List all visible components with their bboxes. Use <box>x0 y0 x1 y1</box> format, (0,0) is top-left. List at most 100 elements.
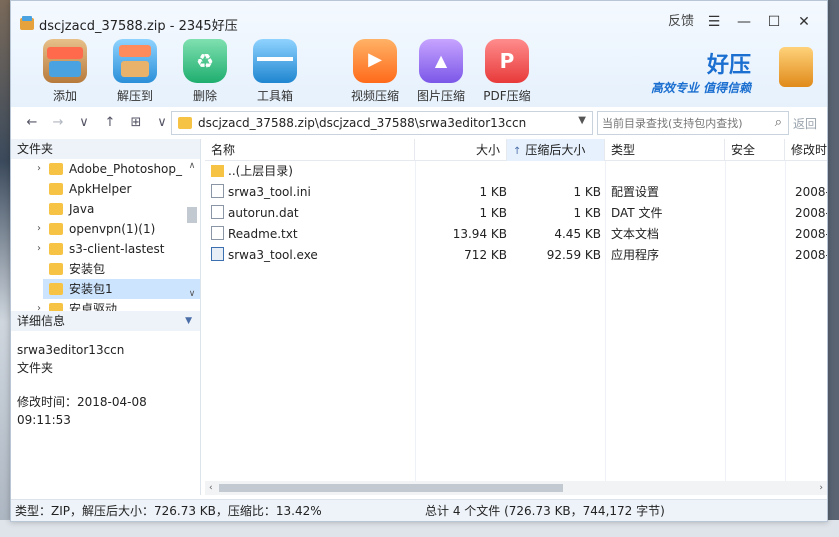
chevron-down-icon[interactable]: ▼ <box>185 311 192 331</box>
window-controls: 反馈 ☰ — ☐ ✕ <box>663 11 819 33</box>
address-dropdown-icon[interactable]: ▼ <box>578 115 586 126</box>
up-arrow-icon[interactable]: ↑ <box>99 113 121 133</box>
scroll-right-icon[interactable]: › <box>819 481 823 495</box>
compress-toolbar: 视频压缩 图片压缩 PDF压缩 <box>344 39 542 104</box>
tree-item-apkhelper[interactable]: ApkHelper <box>11 179 200 199</box>
file-size: 1 KB <box>479 206 507 220</box>
search-input[interactable] <box>602 115 762 131</box>
tree-item-label: 安装包1 <box>69 282 113 296</box>
tree-item-install-pack[interactable]: 安装包 <box>11 259 200 279</box>
file-date: 2008- <box>795 206 827 220</box>
tree-item-label: openvpn(1)(1) <box>69 222 156 236</box>
file-date: 2008- <box>795 185 827 199</box>
expand-arrow-icon[interactable]: › <box>37 159 41 179</box>
tree-item-s3-client[interactable]: › s3-client-lastest <box>11 239 200 259</box>
tree-item-android-driver[interactable]: › 安卓驱动 <box>11 299 200 311</box>
file-icon <box>211 184 224 198</box>
file-name-cell: srwa3_tool.ini <box>211 182 311 203</box>
table-row[interactable]: Readme.txt 13.94 KB 4.45 KB 文本文档 2008- <box>205 224 827 245</box>
pdf-compress-button[interactable]: PDF压缩 <box>476 39 538 104</box>
folder-icon <box>49 163 63 175</box>
table-row[interactable]: autorun.dat 1 KB 1 KB DAT 文件 2008- <box>205 203 827 224</box>
folder-icon <box>49 283 63 295</box>
scroll-thumb[interactable] <box>219 484 563 492</box>
tree-item-adobe-photoshop[interactable]: › Adobe_Photoshop_ <box>11 159 200 179</box>
column-name[interactable]: 名称 <box>205 139 415 161</box>
extract-to-button[interactable]: 解压到 <box>105 39 165 104</box>
expand-arrow-icon[interactable]: › <box>37 239 41 259</box>
details-header[interactable]: 详细信息 ▼ <box>11 311 200 331</box>
expand-arrow-icon[interactable]: › <box>37 299 41 311</box>
return-button[interactable]: 返回 <box>793 115 817 132</box>
scroll-thumb[interactable] <box>187 207 197 223</box>
column-size[interactable]: 大小 <box>415 139 507 161</box>
toolbox-button-label: 工具箱 <box>256 89 293 103</box>
details-panel: srwa3editor13ccn 文件夹 修改时间：2018-04-08 09:… <box>11 331 200 439</box>
maximize-icon[interactable]: ☐ <box>759 11 789 33</box>
file-name: srwa3_tool.ini <box>228 185 311 199</box>
expand-arrow-icon[interactable]: › <box>37 219 41 239</box>
file-name-cell: autorun.dat <box>211 203 299 224</box>
file-size: 1 KB <box>479 185 507 199</box>
search-box[interactable]: ⌕ <box>597 111 789 135</box>
back-arrow-icon[interactable]: ← <box>21 113 43 133</box>
tree-item-label: ApkHelper <box>69 182 132 196</box>
minimize-icon[interactable]: — <box>729 11 759 33</box>
forward-arrow-icon[interactable]: → <box>47 113 69 133</box>
details-header-label: 详细信息 <box>17 314 66 328</box>
table-row[interactable]: ..(上层目录) <box>205 161 827 182</box>
view-mode-icon[interactable]: ⊞ <box>125 113 147 133</box>
table-row[interactable]: srwa3_tool.exe 712 KB 92.59 KB 应用程序 2008… <box>205 245 827 266</box>
file-type: 文本文档 <box>611 227 660 241</box>
folder-icon <box>49 203 63 215</box>
add-button[interactable]: 添加 <box>35 39 95 104</box>
feedback-button[interactable]: 反馈 <box>663 11 699 33</box>
video-compress-button[interactable]: 视频压缩 <box>344 39 406 104</box>
box-icon <box>43 39 87 83</box>
close-icon[interactable]: ✕ <box>789 11 819 33</box>
details-kind: 文件夹 <box>17 361 54 375</box>
file-name-cell: ..(上层目录) <box>211 161 293 182</box>
history-dropdown-icon[interactable]: ∨ <box>73 113 95 133</box>
horizontal-scrollbar[interactable]: ‹ › <box>205 481 827 495</box>
folder-icon <box>178 117 192 129</box>
table-row[interactable]: srwa3_tool.ini 1 KB 1 KB 配置设置 2008- <box>205 182 827 203</box>
tree-item-install-pack-1[interactable]: 安装包1 <box>43 279 200 299</box>
status-archive-info: 类型：ZIP，解压后大小：726.73 KB，压缩比：13.42% <box>15 504 322 518</box>
column-date[interactable]: 修改时 <box>785 139 827 161</box>
scroll-up-icon[interactable]: ∧ <box>186 161 198 173</box>
details-modified: 修改时间：2018-04-08 09:11:53 <box>17 395 147 427</box>
tree-item-openvpn[interactable]: › openvpn(1)(1) <box>11 219 200 239</box>
scroll-down-icon[interactable]: ∨ <box>186 289 198 301</box>
tree-item-java[interactable]: Java <box>11 199 200 219</box>
picture-compress-label: 图片压缩 <box>416 89 465 103</box>
folder-icon <box>211 165 224 177</box>
file-name-cell: Readme.txt <box>211 224 298 245</box>
folder-icon <box>49 243 63 255</box>
delete-button[interactable]: 删除 <box>175 39 235 104</box>
column-compressed-size[interactable]: ↑ 压缩后大小 <box>507 139 605 161</box>
video-compress-label: 视频压缩 <box>350 89 399 103</box>
nav-buttons: ← → ∨ ↑ ⊞ ∨ <box>21 113 173 133</box>
folder-icon <box>49 303 63 311</box>
picture-icon <box>419 39 463 83</box>
tree-item-label: 安装包 <box>69 262 106 276</box>
picture-compress-button[interactable]: 图片压缩 <box>410 39 472 104</box>
address-bar[interactable]: dscjzacd_37588.zip\dscjzacd_37588\srwa3e… <box>171 111 593 135</box>
toolbox-button[interactable]: 工具箱 <box>245 39 305 104</box>
pdf-icon <box>485 39 529 83</box>
tree-item-label: 安卓驱动 <box>69 302 118 311</box>
file-type: DAT 文件 <box>611 206 663 220</box>
tree-scrollbar[interactable]: ∧ ∨ <box>186 161 198 311</box>
scroll-left-icon[interactable]: ‹ <box>209 481 213 495</box>
desktop-background <box>0 0 10 537</box>
column-security[interactable]: 安全 <box>725 139 785 161</box>
menu-icon[interactable]: ☰ <box>699 11 729 33</box>
address-path[interactable]: dscjzacd_37588.zip\dscjzacd_37588\srwa3e… <box>198 116 526 130</box>
search-icon[interactable]: ⌕ <box>775 115 782 130</box>
column-type[interactable]: 类型 <box>605 139 725 161</box>
view-mode-dropdown-icon[interactable]: ∨ <box>151 113 173 133</box>
main-toolbar: 添加 解压到 删除 工具箱 <box>35 39 315 104</box>
folder-pane-header: 文件夹 <box>11 139 200 159</box>
tree-item-label: s3-client-lastest <box>69 242 165 256</box>
